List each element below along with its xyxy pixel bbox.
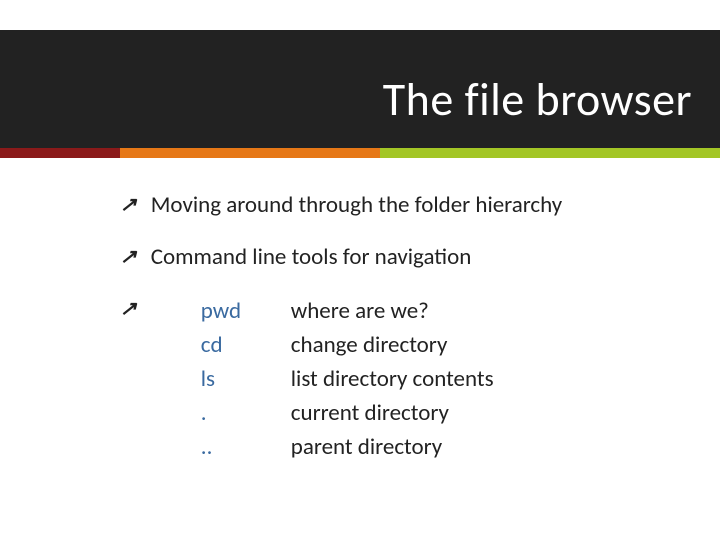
- command-name: ..: [201, 430, 291, 464]
- bullet-text: Moving around through the folder hierarc…: [151, 190, 562, 220]
- slide-title: The file browser: [383, 72, 692, 128]
- slide-body: ↗ Moving around through the folder hiera…: [120, 190, 680, 486]
- arrow-icon: ↗: [120, 190, 137, 220]
- command-desc: parent directory: [291, 430, 494, 464]
- command-name: ls: [201, 362, 291, 396]
- arrow-icon: ↗: [120, 242, 137, 272]
- command-desc: current directory: [291, 396, 494, 430]
- accent-bar-green: [380, 148, 720, 158]
- description-column: where are we? change directory list dire…: [291, 294, 494, 464]
- bullet-item: ↗ pwd cd ls . .. where are we? change di…: [120, 294, 680, 464]
- accent-bar-orange: [120, 148, 380, 158]
- command-column: pwd cd ls . ..: [201, 294, 291, 464]
- accent-bar: [0, 148, 720, 158]
- bullet-text: Command line tools for navigation: [151, 242, 472, 272]
- arrow-icon: ↗: [120, 294, 137, 324]
- command-desc: change directory: [291, 328, 494, 362]
- command-desc: list directory contents: [291, 362, 494, 396]
- command-desc: where are we?: [291, 294, 494, 328]
- slide: The file browser ↗ Moving around through…: [0, 0, 720, 540]
- bullet-item: ↗ Command line tools for navigation: [120, 242, 680, 272]
- command-name: .: [201, 396, 291, 430]
- command-name: pwd: [201, 294, 291, 328]
- command-name: cd: [201, 328, 291, 362]
- bullet-item: ↗ Moving around through the folder hiera…: [120, 190, 680, 220]
- accent-bar-red: [0, 148, 120, 158]
- command-table: pwd cd ls . .. where are we? change dire…: [201, 294, 494, 464]
